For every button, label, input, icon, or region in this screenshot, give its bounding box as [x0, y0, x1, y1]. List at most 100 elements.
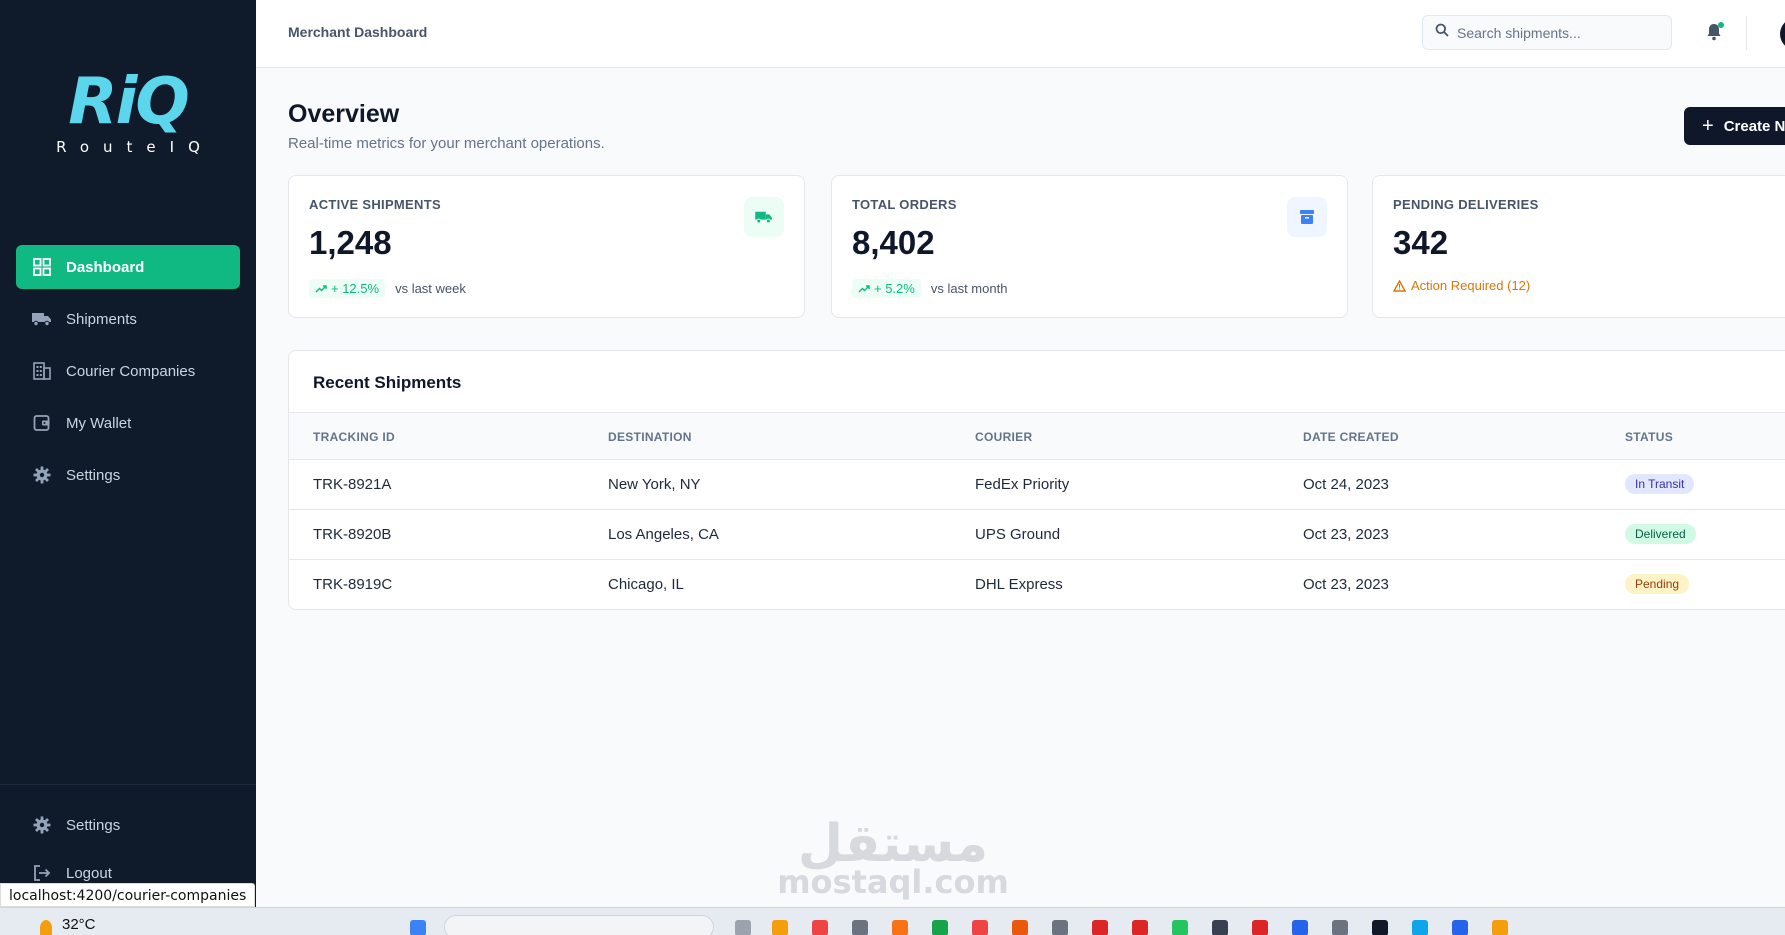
app-icon[interactable] — [1132, 920, 1148, 935]
trend-caption: vs last week — [395, 281, 466, 296]
app-icon[interactable] — [892, 920, 908, 935]
sidebar-item-label: Shipments — [66, 310, 137, 328]
logo-wordmark: RouteIQ — [56, 138, 214, 156]
header-divider — [1746, 16, 1747, 50]
trend-badge: + 12.5% — [309, 279, 386, 298]
sidebar-nav: Dashboard Shipments Courier Companies My… — [16, 245, 240, 505]
os-taskbar: 32°C — [0, 907, 1785, 935]
search-box[interactable] — [1422, 15, 1672, 50]
app-icon[interactable] — [1012, 920, 1028, 935]
app-icon[interactable] — [1212, 920, 1228, 935]
create-new-button[interactable]: + Create N — [1684, 107, 1785, 145]
stat-card-pending-deliveries: PENDING DELIVERIES 342 Action Required (… — [1372, 175, 1785, 318]
destination: Los Angeles, CA — [608, 526, 719, 543]
column-header: STATUS — [1625, 430, 1674, 444]
date-created: Oct 23, 2023 — [1303, 576, 1389, 593]
courier: UPS Ground — [975, 526, 1061, 543]
app-icon[interactable] — [735, 920, 751, 935]
truck-icon — [744, 197, 784, 237]
stat-card-total-orders: TOTAL ORDERS 8,402 + 5.2% vs last month — [831, 175, 1348, 318]
stat-label: ACTIVE SHIPMENTS — [309, 197, 441, 212]
chrome-icon[interactable] — [972, 920, 988, 935]
stat-value: 1,248 — [309, 224, 392, 261]
app-icon[interactable] — [1332, 920, 1348, 935]
notification-dot — [1718, 22, 1724, 28]
table-row[interactable]: TRK-8919C Chicago, IL DHL Express Oct 23… — [289, 560, 1785, 609]
app-icon[interactable] — [852, 920, 868, 935]
app-icon[interactable] — [1492, 920, 1508, 935]
wallet-icon — [32, 413, 52, 433]
stat-trend: + 5.2% vs last month — [852, 279, 1007, 298]
sidebar-item-dashboard[interactable]: Dashboard — [16, 245, 240, 289]
logo-mark: RiQ — [68, 65, 190, 139]
sidebar-item-label: Settings — [66, 816, 121, 834]
courier: FedEx Priority — [975, 476, 1070, 493]
sidebar: RiQ RouteIQ Dashboard Shipments Courier … — [0, 0, 256, 907]
windows-start-icon[interactable] — [410, 920, 426, 935]
sidebar-item-shipments[interactable]: Shipments — [16, 297, 240, 341]
sidebar-item-settings[interactable]: Settings — [16, 453, 240, 497]
weather-icon — [40, 920, 52, 935]
grid-icon — [32, 257, 52, 277]
search-input[interactable] — [1457, 24, 1657, 41]
spotify-icon[interactable] — [1172, 920, 1188, 935]
destination: New York, NY — [608, 476, 701, 493]
logout-icon — [32, 863, 52, 883]
column-header: COURIER — [975, 430, 1033, 444]
gear-icon — [32, 815, 52, 835]
sidebar-item-label: Courier Companies — [66, 362, 196, 380]
trend-caption: vs last month — [930, 281, 1008, 296]
tracking-id: TRK-8919C — [313, 576, 393, 593]
table-row[interactable]: TRK-8921A New York, NY FedEx Priority Oc… — [289, 460, 1785, 510]
notifications-button[interactable] — [1704, 22, 1726, 44]
status-badge: Delivered — [1625, 524, 1696, 544]
app-icon[interactable] — [1412, 920, 1428, 935]
sidebar-item-label: Settings — [66, 466, 121, 484]
link-preview-status: localhost:4200/courier-companies — [0, 883, 256, 907]
status-badge: Pending — [1625, 574, 1690, 594]
folder-icon[interactable] — [772, 920, 788, 935]
avatar[interactable] — [1780, 18, 1785, 50]
sidebar-item-my-wallet[interactable]: My Wallet — [16, 401, 240, 445]
app-icon[interactable] — [1052, 920, 1068, 935]
overview-subtitle: Real-time metrics for your merchant oper… — [288, 135, 605, 152]
date-created: Oct 23, 2023 — [1303, 526, 1389, 543]
search-icon — [1435, 23, 1449, 42]
stat-trend: + 12.5% vs last week — [309, 279, 466, 298]
app-icon[interactable] — [1372, 920, 1388, 935]
taskbar-search[interactable] — [444, 915, 714, 935]
table-title: Recent Shipments — [313, 373, 462, 392]
archive-icon — [1287, 197, 1327, 237]
app-icon[interactable] — [812, 920, 828, 935]
stat-card-active-shipments: ACTIVE SHIPMENTS 1,248 + 12.5% vs last w… — [288, 175, 805, 318]
table-row[interactable]: TRK-8920B Los Angeles, CA UPS Ground Oct… — [289, 510, 1785, 560]
vscode-icon[interactable] — [1292, 920, 1308, 935]
trend-value: + 5.2% — [874, 281, 915, 296]
action-required-notice[interactable]: Action Required (12) — [1393, 278, 1530, 293]
courier: DHL Express — [975, 576, 1063, 593]
stat-label: PENDING DELIVERIES — [1393, 197, 1539, 212]
sidebar-item-courier-companies[interactable]: Courier Companies — [16, 349, 240, 393]
app-icon[interactable] — [932, 920, 948, 935]
sidebar-item-label: Logout — [66, 864, 112, 882]
building-icon — [32, 361, 52, 381]
sidebar-item-settings-bottom[interactable]: Settings — [16, 803, 240, 847]
stat-value: 8,402 — [852, 224, 935, 261]
watermark-latin: mostaql.com — [777, 863, 1009, 901]
sidebar-item-label: My Wallet — [66, 414, 132, 432]
brand-logo[interactable]: RiQ RouteIQ — [0, 70, 256, 156]
truck-icon — [32, 309, 52, 329]
app-icon[interactable] — [1092, 920, 1108, 935]
stat-label: TOTAL ORDERS — [852, 197, 957, 212]
column-header: DATE CREATED — [1303, 430, 1399, 444]
app-icon[interactable] — [1452, 920, 1468, 935]
app-icon[interactable] — [1252, 920, 1268, 935]
weather-widget[interactable]: 32°C — [40, 912, 96, 935]
column-header: TRACKING ID — [313, 430, 395, 444]
page-title: Merchant Dashboard — [288, 24, 428, 40]
trend-badge: + 5.2% — [852, 279, 921, 298]
trending-up-icon — [858, 284, 870, 292]
trend-value: + 12.5% — [331, 281, 380, 296]
temperature: 32°C — [62, 915, 96, 933]
overview-title: Overview — [288, 100, 400, 128]
